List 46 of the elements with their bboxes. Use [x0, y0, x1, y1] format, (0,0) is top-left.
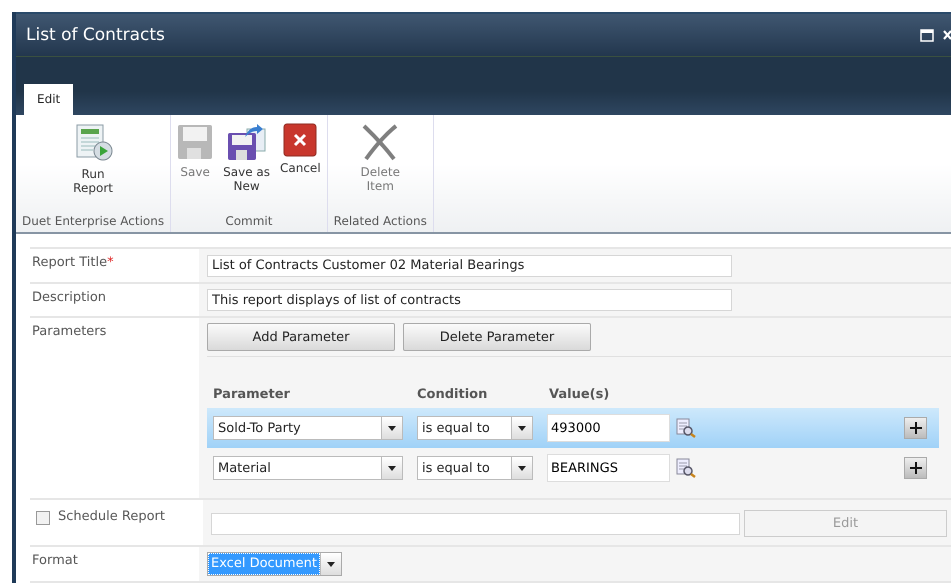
- group-label: Commit: [224, 214, 274, 230]
- input-field[interactable]: List of Contracts Customer 02 Material Bearings: [207, 254, 732, 276]
- dropdown-arrow-icon: [388, 426, 396, 430]
- add-row-button[interactable]: [904, 457, 927, 479]
- lookup-icon[interactable]: [676, 458, 696, 478]
- plus-icon: [908, 421, 922, 435]
- lookup-icon[interactable]: [676, 418, 696, 438]
- value-field[interactable]: 493000: [547, 414, 670, 442]
- delete-parameter-button[interactable]: Delete Parameter: [403, 323, 591, 351]
- close-icon[interactable]: [943, 29, 951, 42]
- input-field[interactable]: [211, 512, 740, 534]
- checkbox-label: Schedule Report: [58, 509, 165, 524]
- add-row-button[interactable]: [904, 417, 927, 439]
- condition-dropdown[interactable]: is equal to: [417, 416, 533, 440]
- column-header: Value(s): [549, 387, 610, 402]
- value-field[interactable]: BEARINGS: [547, 454, 670, 482]
- parameter-dropdown[interactable]: Material: [213, 456, 403, 480]
- condition-dropdown[interactable]: is equal to: [417, 456, 533, 480]
- group-label: Related Actions: [332, 214, 428, 230]
- parameter-row[interactable]: Material is equal to BEARINGS: [207, 448, 939, 488]
- column-header: Condition: [417, 387, 488, 402]
- plus-icon: [908, 461, 922, 475]
- ribbon-button[interactable]: Run Report: [67, 121, 120, 214]
- checkbox[interactable]: [36, 511, 50, 525]
- dropdown-arrow-icon: [518, 466, 526, 470]
- window-title: List of Contracts: [26, 25, 165, 46]
- parameter-dropdown[interactable]: Sold-To Party: [213, 416, 403, 440]
- dropdown-arrow-icon: [388, 466, 396, 470]
- field-label: Parameters: [32, 324, 106, 339]
- dropdown-arrow-icon: [518, 426, 526, 430]
- column-header: Parameter: [213, 387, 291, 402]
- parameter-row[interactable]: Sold-To Party is equal to 493000: [207, 408, 939, 448]
- ribbon-button[interactable]: Save as New: [219, 121, 274, 214]
- maximize-icon[interactable]: [920, 28, 934, 42]
- field-label: Format: [32, 553, 78, 568]
- field-label: Description: [32, 290, 106, 304]
- input-field[interactable]: This report displays of list of contracts: [207, 289, 732, 311]
- required-mark: *: [107, 255, 114, 270]
- group-label: Duet Enterprise Actions: [21, 214, 166, 230]
- field-label: Report Title: [32, 255, 108, 270]
- ribbon-tab[interactable]: Edit: [24, 84, 74, 116]
- add-parameter-button[interactable]: Add Parameter: [207, 323, 395, 351]
- floppy-disk-icon: [226, 123, 267, 162]
- cancel-icon: [283, 123, 318, 158]
- dropdown-arrow-icon: [326, 562, 335, 566]
- ribbon-button[interactable]: Cancel: [276, 121, 325, 214]
